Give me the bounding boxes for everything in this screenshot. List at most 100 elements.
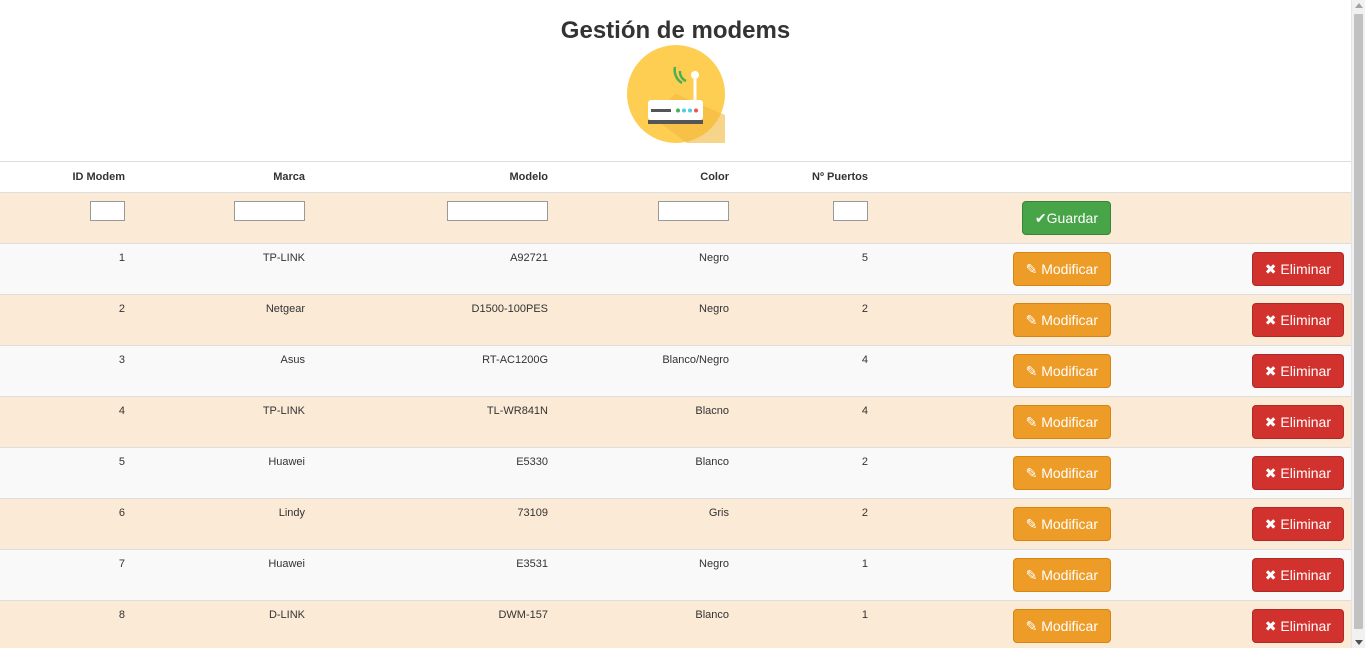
color-input[interactable] — [658, 201, 729, 221]
cell-id: 2 — [0, 294, 132, 346]
cell-marca: Asus — [132, 345, 312, 397]
cell-puertos: 2 — [736, 498, 875, 550]
modify-button[interactable]: ✎ Modificar — [1012, 354, 1111, 388]
id-input[interactable] — [90, 201, 125, 221]
cell-marca: Huawei — [132, 549, 312, 601]
remove-icon: ✖ — [1264, 618, 1281, 634]
cell-modelo: A92721 — [312, 243, 555, 295]
cell-color: Gris — [555, 498, 736, 550]
cell-modelo: 73109 — [312, 498, 555, 550]
marca-input[interactable] — [234, 201, 305, 221]
modify-button[interactable]: ✎ Modificar — [1012, 456, 1111, 490]
cell-color: Blanco — [555, 447, 736, 499]
delete-button-label: Eliminar — [1280, 312, 1331, 328]
cell-puertos: 4 — [736, 345, 875, 397]
remove-icon: ✖ — [1264, 567, 1281, 583]
modify-button-label: Modificar — [1041, 312, 1098, 328]
cell-id: 6 — [0, 498, 132, 550]
table-row: 8 D-LINK DWM-157 Blanco 1 ✎ Modificar ✖ Elimin… — [0, 600, 1351, 648]
pencil-icon: ✎ — [1025, 363, 1042, 379]
check-icon: ✔ — [1034, 210, 1047, 226]
delete-button[interactable]: ✖ Eliminar — [1251, 609, 1344, 643]
delete-button-label: Eliminar — [1280, 465, 1331, 481]
cell-color: Negro — [555, 294, 736, 346]
page: Gestión de modems ID Modem Marca Modelo … — [0, 0, 1351, 648]
table-header-row: ID Modem Marca Modelo Color Nº Puertos — [0, 161, 1351, 193]
table-row: 6 Lindy 73109 Gris 2 ✎ Modificar ✖ Eliminar — [0, 498, 1351, 550]
cell-color: Blanco — [555, 600, 736, 648]
cell-color: Negro — [555, 243, 736, 295]
cell-marca: TP-LINK — [132, 396, 312, 448]
cell-color: Negro — [555, 549, 736, 601]
header-puertos: Nº Puertos — [736, 161, 875, 193]
remove-icon: ✖ — [1264, 312, 1281, 328]
puertos-input[interactable] — [833, 201, 868, 221]
save-button[interactable]: ✔Guardar — [1021, 201, 1111, 235]
remove-icon: ✖ — [1264, 516, 1281, 532]
vertical-scrollbar[interactable] — [1351, 0, 1365, 648]
modify-button[interactable]: ✎ Modificar — [1012, 507, 1111, 541]
delete-button-label: Eliminar — [1280, 414, 1331, 430]
cell-puertos: 5 — [736, 243, 875, 295]
cell-puertos: 4 — [736, 396, 875, 448]
cell-id: 8 — [0, 600, 132, 648]
delete-button[interactable]: ✖ Eliminar — [1251, 507, 1344, 541]
scroll-up-arrow-icon[interactable] — [1355, 3, 1363, 8]
delete-button[interactable]: ✖ Eliminar — [1251, 456, 1344, 490]
header-color: Color — [555, 161, 736, 193]
cell-color: Blanco/Negro — [555, 345, 736, 397]
cell-puertos: 2 — [736, 294, 875, 346]
table-row: 3 Asus RT-AC1200G Blanco/Negro 4 ✎ Modificar ✖… — [0, 345, 1351, 397]
modify-button-label: Modificar — [1041, 261, 1098, 277]
delete-button[interactable]: ✖ Eliminar — [1251, 558, 1344, 592]
table-row: 7 Huawei E3531 Negro 1 ✎ Modificar ✖ Eliminar — [0, 549, 1351, 601]
header-marca: Marca — [132, 161, 312, 193]
table-row: 5 Huawei E5330 Blanco 2 ✎ Modificar ✖ Eliminar — [0, 447, 1351, 499]
cell-id: 4 — [0, 396, 132, 448]
cell-modelo: DWM-157 — [312, 600, 555, 648]
pencil-icon: ✎ — [1025, 516, 1042, 532]
modify-button[interactable]: ✎ Modificar — [1012, 303, 1111, 337]
cell-modelo: D1500-100PES — [312, 294, 555, 346]
table-row: 1 TP-LINK A92721 Negro 5 ✎ Modificar ✖ Elimina… — [0, 243, 1351, 295]
modify-button-label: Modificar — [1041, 516, 1098, 532]
pencil-icon: ✎ — [1025, 618, 1042, 634]
modify-button[interactable]: ✎ Modificar — [1012, 558, 1111, 592]
remove-icon: ✖ — [1264, 465, 1281, 481]
delete-button[interactable]: ✖ Eliminar — [1251, 303, 1344, 337]
delete-button-label: Eliminar — [1280, 516, 1331, 532]
new-modem-row: ✔Guardar — [0, 192, 1351, 244]
modify-button[interactable]: ✎ Modificar — [1012, 252, 1111, 286]
cell-id: 3 — [0, 345, 132, 397]
delete-button[interactable]: ✖ Eliminar — [1251, 252, 1344, 286]
cell-modelo: E5330 — [312, 447, 555, 499]
modify-button-label: Modificar — [1041, 618, 1098, 634]
table-row: 2 Netgear D1500-100PES Negro 2 ✎ Modificar ✖ E… — [0, 294, 1351, 346]
cell-marca: TP-LINK — [132, 243, 312, 295]
remove-icon: ✖ — [1264, 261, 1281, 277]
header-modelo: Modelo — [312, 161, 555, 193]
delete-button-label: Eliminar — [1280, 618, 1331, 634]
delete-button[interactable]: ✖ Eliminar — [1251, 405, 1344, 439]
modify-button[interactable]: ✎ Modificar — [1012, 405, 1111, 439]
cell-marca: Huawei — [132, 447, 312, 499]
scroll-thumb[interactable] — [1354, 14, 1363, 629]
scroll-down-arrow-icon[interactable] — [1355, 640, 1363, 645]
header-id: ID Modem — [0, 161, 132, 193]
modify-button-label: Modificar — [1041, 363, 1098, 379]
modify-button[interactable]: ✎ Modificar — [1012, 609, 1111, 643]
cell-id: 5 — [0, 447, 132, 499]
cell-puertos: 1 — [736, 600, 875, 648]
pencil-icon: ✎ — [1025, 414, 1042, 430]
modify-button-label: Modificar — [1041, 465, 1098, 481]
router-icon — [627, 45, 725, 143]
delete-button[interactable]: ✖ Eliminar — [1251, 354, 1344, 388]
remove-icon: ✖ — [1264, 363, 1281, 379]
modelo-input[interactable] — [447, 201, 548, 221]
cell-marca: Netgear — [132, 294, 312, 346]
modify-button-label: Modificar — [1041, 414, 1098, 430]
delete-button-label: Eliminar — [1280, 363, 1331, 379]
delete-button-label: Eliminar — [1280, 261, 1331, 277]
pencil-icon: ✎ — [1025, 261, 1042, 277]
cell-puertos: 2 — [736, 447, 875, 499]
